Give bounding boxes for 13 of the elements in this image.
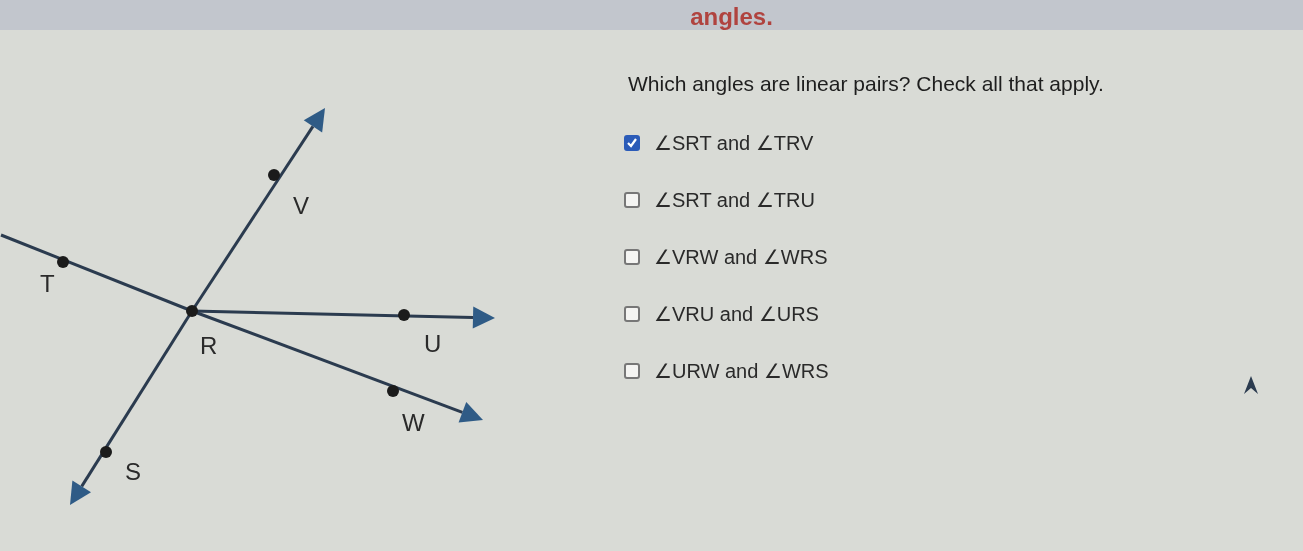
option-label[interactable]: ∠VRW and ∠WRS: [654, 244, 828, 269]
option-label[interactable]: ∠URW and ∠WRS: [654, 358, 829, 383]
point-label: S: [125, 458, 141, 485]
option-label[interactable]: ∠VRU and ∠URS: [654, 301, 819, 326]
point-label: W: [402, 409, 425, 436]
point-label: V: [293, 192, 309, 219]
option-label[interactable]: ∠SRT and ∠TRV: [654, 130, 814, 155]
point-label: R: [200, 332, 218, 359]
point-label: T: [40, 270, 55, 297]
point-label: U: [424, 330, 442, 357]
page-title: angles.: [690, 4, 773, 30]
option-label[interactable]: ∠SRT and ∠TRU: [654, 187, 815, 212]
question-text: Which angles are linear pairs? Check all that apply.: [628, 72, 1104, 96]
